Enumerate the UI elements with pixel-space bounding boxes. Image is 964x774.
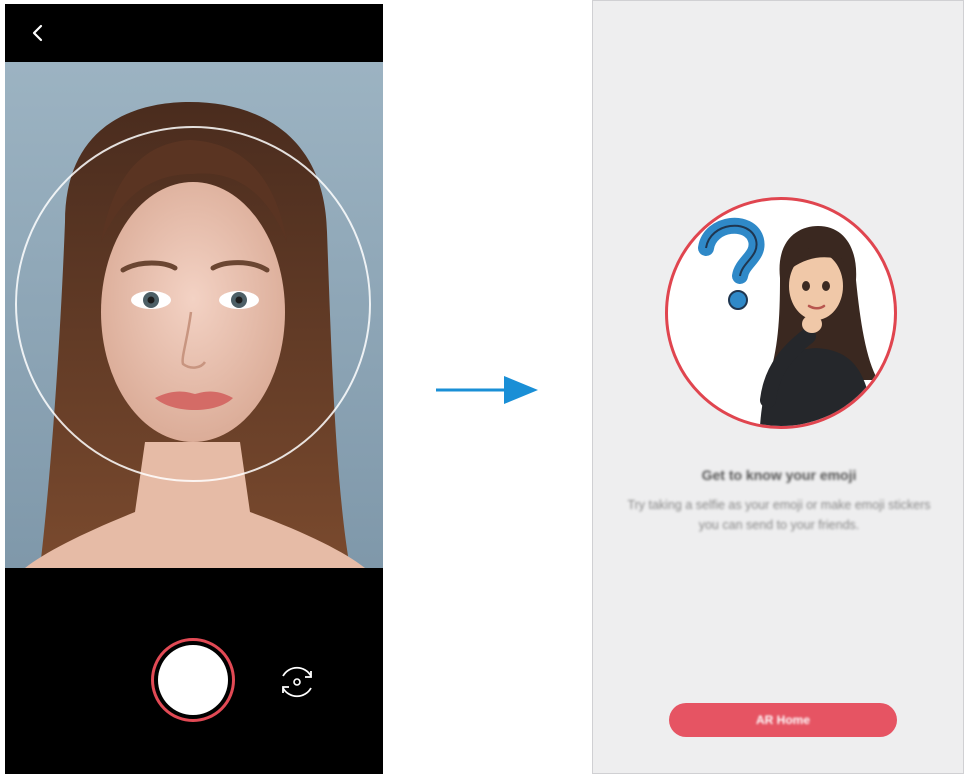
ar-home-button-label: AR Home bbox=[755, 713, 810, 727]
switch-camera-icon[interactable] bbox=[273, 658, 321, 706]
transition-arrow-icon bbox=[436, 376, 538, 404]
intro-description: Try taking a selfie as your emoji or mak… bbox=[627, 498, 931, 532]
camera-viewfinder bbox=[5, 62, 383, 568]
face-guide-circle bbox=[15, 126, 371, 482]
thinking-avatar-illustration bbox=[698, 217, 878, 426]
ar-home-button[interactable]: AR Home bbox=[669, 703, 897, 737]
shutter-inner bbox=[158, 645, 228, 715]
chevron-left-icon bbox=[32, 24, 43, 42]
camera-controls bbox=[5, 568, 383, 774]
shutter-button[interactable] bbox=[151, 638, 235, 722]
intro-title: Get to know your emoji bbox=[701, 467, 857, 483]
avatar-illustration-circle bbox=[665, 197, 897, 429]
camera-screen bbox=[5, 4, 383, 774]
camera-top-bar bbox=[5, 4, 383, 62]
emoji-intro-screen: Get to know your emoji Try taking a self… bbox=[592, 0, 964, 774]
back-button[interactable] bbox=[23, 18, 53, 48]
